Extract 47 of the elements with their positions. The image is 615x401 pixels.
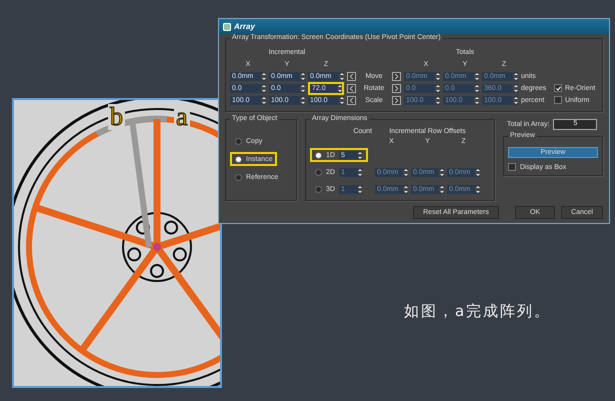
window-title: Array (234, 22, 255, 31)
spinner-arrows-icon[interactable] (474, 72, 479, 80)
apply-right-button[interactable] (392, 84, 401, 92)
apply-right-button[interactable] (392, 96, 401, 104)
radio-button[interactable] (235, 156, 242, 162)
spinner-arrows-icon[interactable] (358, 168, 363, 176)
reset-left-button[interactable] (347, 84, 356, 92)
spinner-arrows-icon[interactable] (475, 168, 480, 176)
checkbox[interactable] (554, 96, 562, 104)
spinner-arrows-icon[interactable] (439, 186, 444, 192)
spinner-arrows-icon[interactable] (300, 84, 305, 92)
checkmark-icon (556, 86, 560, 90)
radio-button[interactable] (235, 174, 242, 180)
spinner-arrows-icon[interactable] (403, 186, 408, 192)
spinner-arrows-icon[interactable] (358, 186, 363, 192)
app-icon (223, 22, 231, 30)
spinner-arrows-icon[interactable] (261, 84, 266, 92)
spinner-arrows-icon[interactable] (300, 96, 305, 104)
radio-button[interactable] (315, 186, 322, 192)
letter-label: b (108, 104, 125, 130)
spinner-arrows-icon[interactable] (435, 96, 440, 104)
spinner-arrows-icon[interactable] (337, 84, 342, 92)
radio-button[interactable] (235, 138, 242, 144)
radio-button[interactable] (315, 168, 322, 176)
spinner-arrows-icon[interactable] (339, 72, 344, 80)
spinner-arrows-icon[interactable] (475, 186, 480, 192)
spinner-arrows-icon[interactable] (339, 96, 344, 104)
spinner-arrows-icon[interactable] (474, 84, 479, 92)
spinner-arrows-icon[interactable] (513, 72, 518, 80)
reset-left-button[interactable] (347, 72, 356, 80)
spinner-arrows-icon[interactable] (513, 84, 518, 92)
checkbox[interactable] (554, 84, 562, 92)
checkbox[interactable] (508, 163, 516, 171)
spinner-arrows-icon[interactable] (435, 84, 440, 92)
spinner-arrows-icon[interactable] (300, 72, 305, 80)
caption-text: 如图，a完成阵列。 (404, 301, 552, 322)
spinner-arrows-icon[interactable] (474, 96, 479, 104)
spinner-arrows-icon[interactable] (439, 168, 444, 176)
spinner-arrows-icon[interactable] (261, 96, 266, 104)
spinner-arrows-icon[interactable] (261, 72, 266, 80)
spinner-arrows-icon[interactable] (513, 96, 518, 104)
spinner-arrows-icon[interactable] (403, 168, 408, 176)
radio-button[interactable] (315, 152, 322, 158)
spinner-arrows-icon[interactable] (435, 72, 440, 80)
spinner-arrows-icon[interactable] (358, 152, 363, 158)
reset-left-button[interactable] (347, 96, 356, 104)
apply-right-button[interactable] (392, 72, 401, 80)
